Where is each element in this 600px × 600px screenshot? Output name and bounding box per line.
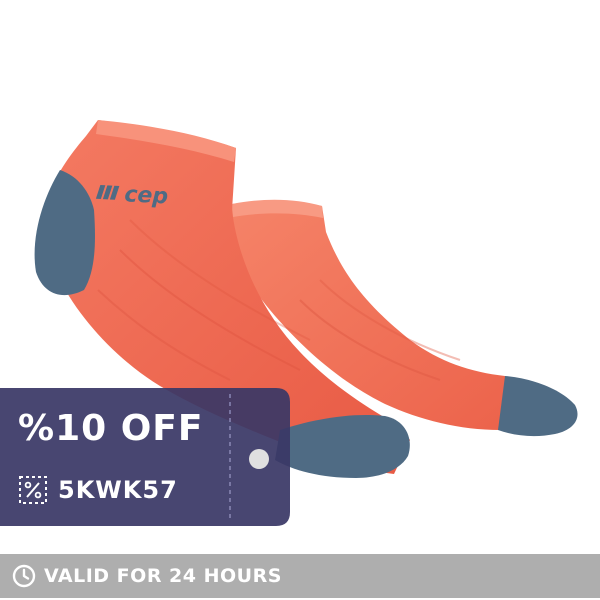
coupon-code: 5KWK57 bbox=[58, 476, 178, 504]
coupon-code-row[interactable]: 5KWK57 bbox=[18, 474, 178, 506]
product-coupon-card: cep %10 OFF 5KWK57 VALID FOR 24 HOURS bbox=[0, 0, 600, 600]
validity-banner: VALID FOR 24 HOURS bbox=[0, 554, 600, 598]
validity-text: VALID FOR 24 HOURS bbox=[44, 565, 282, 587]
coupon-hole bbox=[249, 449, 269, 469]
discount-tag-icon bbox=[19, 476, 47, 504]
svg-text:cep: cep bbox=[124, 182, 169, 209]
clock-icon bbox=[12, 564, 36, 588]
coupon-discount-label: %10 OFF bbox=[18, 408, 204, 449]
